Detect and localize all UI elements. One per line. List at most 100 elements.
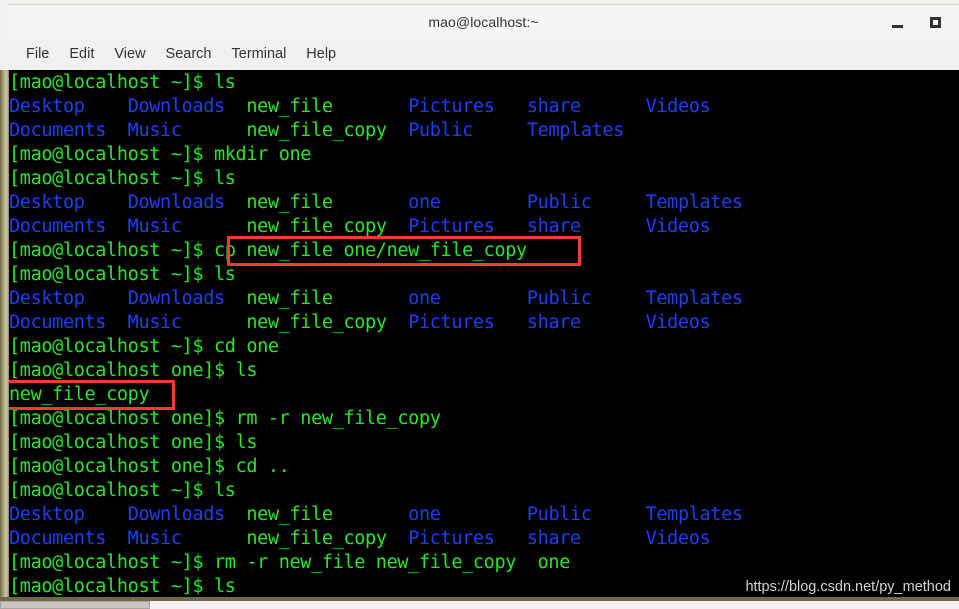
directory-name: Videos: [645, 216, 711, 237]
directory-name: Music: [127, 120, 182, 141]
file-name: new_file_copy: [246, 312, 387, 333]
shell-command: rm -r new_file new_file_copy one: [213, 552, 570, 573]
ls-output-row: Desktop Downloads new_file one Public Te…: [9, 503, 743, 527]
maximize-button[interactable]: [925, 13, 945, 33]
file-name: new_file: [246, 288, 333, 309]
shell-command: ls: [213, 72, 236, 93]
directory-name: Desktop: [9, 288, 85, 309]
menu-item-search[interactable]: Search: [156, 43, 222, 66]
ls-output-row: Desktop Downloads new_file one Public Te…: [9, 287, 743, 311]
directory-name: Downloads: [127, 192, 225, 213]
file-name: new_file: [246, 192, 333, 213]
terminal-prompt-line: [mao@localhost ~]$ ls: [9, 479, 236, 503]
file-name: new_file_copy: [246, 216, 387, 237]
directory-name: Pictures: [408, 216, 495, 237]
file-name: new_file_copy: [246, 120, 387, 141]
shell-prompt: [mao@localhost one]$: [9, 456, 236, 477]
directory-name: Videos: [645, 528, 711, 549]
terminal-prompt-line: [mao@localhost ~]$ rm -r new_file new_fi…: [9, 551, 570, 575]
directory-name: Pictures: [408, 528, 495, 549]
menu-item-help[interactable]: Help: [296, 43, 346, 66]
file-name: new_file_copy: [9, 384, 150, 405]
directory-name: Documents: [9, 528, 107, 549]
taskbar-item[interactable]: [0, 601, 150, 609]
directory-name: Public: [526, 504, 592, 525]
directory-name: Documents: [9, 216, 107, 237]
directory-name: Desktop: [9, 96, 85, 117]
directory-name: Downloads: [127, 504, 225, 525]
directory-name: share: [526, 216, 581, 237]
shell-prompt: [mao@localhost ~]$: [9, 336, 214, 357]
directory-name: Desktop: [9, 504, 85, 525]
shell-prompt: [mao@localhost ~]$: [9, 240, 214, 261]
directory-name: Music: [127, 528, 182, 549]
ls-output-row: Documents Music new_file_copy Pictures s…: [9, 311, 711, 335]
directory-name: Templates: [645, 504, 743, 525]
shell-prompt: [mao@localhost ~]$: [9, 480, 214, 501]
shell-prompt: [mao@localhost ~]$: [9, 264, 214, 285]
taskbar: [0, 601, 959, 609]
shell-command: mkdir one: [213, 144, 312, 165]
ls-output-row: Desktop Downloads new_file Pictures shar…: [9, 95, 711, 119]
directory-name: Downloads: [127, 96, 225, 117]
directory-name: one: [408, 504, 441, 525]
terminal-prompt-line: [mao@localhost ~]$ ls: [9, 263, 236, 287]
minimize-icon: [891, 24, 903, 28]
terminal-screen[interactable]: [mao@localhost ~]$ ls Desktop Downloads n…: [9, 70, 959, 601]
menu-item-view[interactable]: View: [104, 43, 155, 66]
directory-name: Music: [127, 216, 182, 237]
menu-item-file[interactable]: File: [17, 43, 59, 66]
shell-command: ls: [235, 432, 258, 453]
menu-item-edit[interactable]: Edit: [59, 43, 104, 66]
shell-command: ls: [213, 168, 236, 189]
terminal-prompt-line: [mao@localhost ~]$ ls: [9, 575, 236, 599]
shell-prompt: [mao@localhost one]$: [9, 360, 236, 381]
shell-command: cd ..: [235, 456, 290, 477]
terminal-prompt-line: [mao@localhost one]$ ls: [9, 359, 257, 383]
window-title: mao@localhost:~: [428, 14, 539, 30]
directory-name: Pictures: [408, 96, 495, 117]
watermark-text: https://blog.csdn.net/py_method: [745, 579, 951, 595]
directory-name: Videos: [645, 312, 711, 333]
terminal-window: mao@localhost:~ File Edit View Search Termin…: [0, 0, 959, 609]
minimize-button[interactable]: [887, 13, 907, 33]
terminal-prompt-line: [mao@localhost ~]$ ls: [9, 167, 236, 191]
command-output-line: new_file_copy: [9, 383, 150, 407]
menu-item-terminal[interactable]: Terminal: [222, 43, 297, 66]
shell-prompt: [mao@localhost one]$: [9, 408, 236, 429]
directory-name: Public: [526, 192, 592, 213]
shell-command: ls: [213, 480, 236, 501]
title-bar[interactable]: mao@localhost:~: [8, 4, 959, 39]
shell-prompt: [mao@localhost ~]$: [9, 72, 214, 93]
shell-command: ls: [213, 264, 236, 285]
ls-output-row: Documents Music new_file_copy Pictures s…: [9, 215, 711, 239]
file-name: new_file: [246, 504, 333, 525]
shell-command: ls: [213, 576, 236, 597]
